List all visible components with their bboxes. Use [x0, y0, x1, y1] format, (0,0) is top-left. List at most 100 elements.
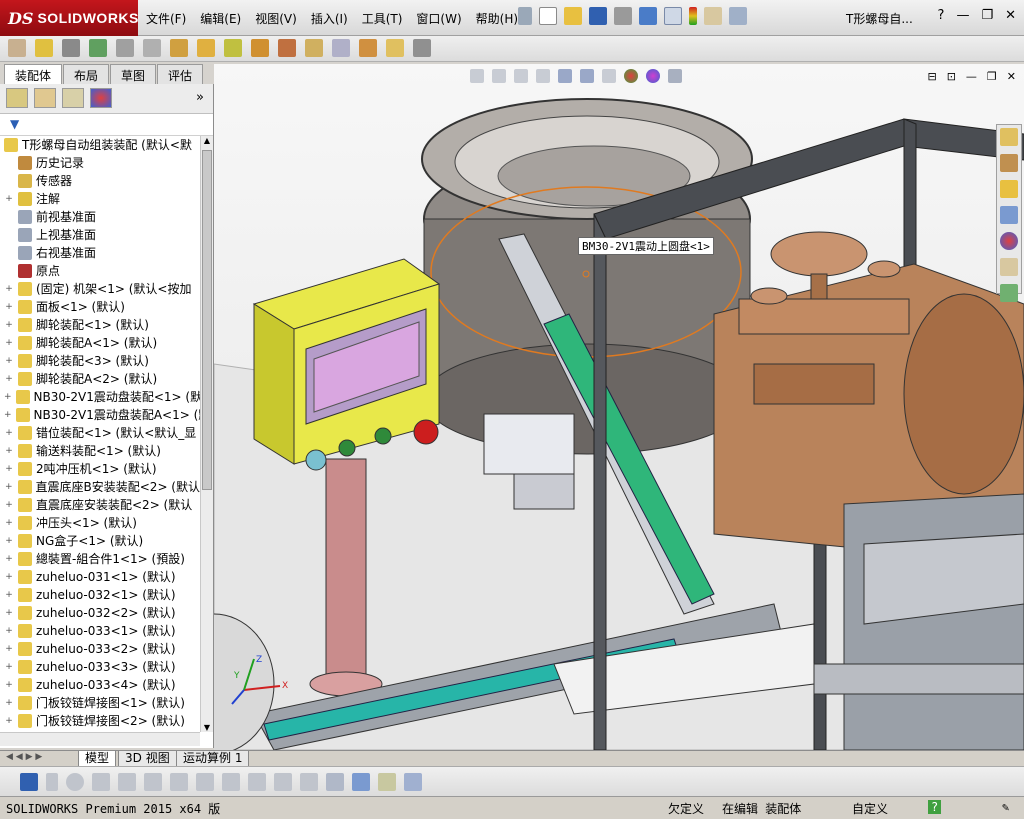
tree-item[interactable]: + 總裝置-組合件1<1> (預設) [0, 550, 200, 568]
assembly-features-icon[interactable] [197, 39, 215, 57]
expand-toggle-icon[interactable]: + [4, 352, 14, 370]
expand-toggle-icon[interactable]: + [4, 370, 14, 388]
expand-toggle-icon[interactable]: + [4, 406, 12, 424]
custom-properties-icon[interactable] [1000, 258, 1018, 276]
tree-item[interactable]: + zuheluo-031<1> (默认) [0, 568, 200, 586]
tree-item[interactable]: + zuheluo-033<1> (默认) [0, 622, 200, 640]
expand-toggle-icon[interactable]: + [4, 694, 14, 712]
expand-toggle-icon[interactable]: + [4, 478, 14, 496]
rebuild-traffic-light-icon[interactable] [689, 7, 697, 25]
close-icon[interactable]: ✕ [1005, 8, 1016, 23]
offset-icon[interactable] [222, 773, 240, 791]
solidworks-resources-icon[interactable] [1000, 128, 1018, 146]
expand-toggle-icon[interactable]: + [4, 676, 14, 694]
instant3d-icon[interactable] [359, 39, 377, 57]
tree-item[interactable]: 传感器 [0, 172, 200, 190]
expand-toggle-icon[interactable]: + [4, 316, 14, 334]
expand-toggle-icon[interactable]: + [4, 388, 12, 406]
tree-item[interactable]: + 冲压头<1> (默认) [0, 514, 200, 532]
tree-item[interactable]: + NG盒子<1> (默认) [0, 532, 200, 550]
tree-item[interactable]: + 输送料装配<1> (默认) [0, 442, 200, 460]
tree-item[interactable]: 前视基准面 [0, 208, 200, 226]
status-pen-icon[interactable]: ✎ [1002, 800, 1009, 814]
feature-manager-tab-icon[interactable] [6, 88, 28, 108]
tree-item[interactable]: 历史记录 [0, 154, 200, 172]
expand-toggle-icon[interactable]: + [4, 424, 14, 442]
tree-item[interactable]: + zuheluo-033<3> (默认) [0, 658, 200, 676]
expand-toggle-icon[interactable]: + [4, 658, 14, 676]
expand-toggle-icon[interactable]: + [4, 568, 14, 586]
expand-toggle-icon[interactable]: + [4, 298, 14, 316]
section-icon[interactable] [413, 39, 431, 57]
tree-item[interactable]: + zuheluo-032<1> (默认) [0, 586, 200, 604]
save-icon[interactable] [589, 7, 607, 25]
tree-horizontal-scrollbar[interactable] [0, 732, 200, 746]
tree-item[interactable]: + 脚轮装配A<1> (默认) [0, 334, 200, 352]
scroll-up-icon[interactable]: ▲ [201, 136, 213, 145]
expand-toggle-icon[interactable]: + [4, 514, 14, 532]
explode-line-sketch-icon[interactable] [332, 39, 350, 57]
expand-toggle-icon[interactable]: + [4, 280, 14, 298]
polygon-icon[interactable] [118, 773, 136, 791]
tree-item[interactable]: + 错位装配<1> (默认<默认_显 [0, 424, 200, 442]
tab-sketch[interactable]: 草图 [110, 64, 157, 86]
view-palette-icon[interactable] [1000, 206, 1018, 224]
grid-icon[interactable] [300, 773, 318, 791]
expand-toggle-icon[interactable]: + [4, 442, 14, 460]
file-explorer-icon[interactable] [1000, 180, 1018, 198]
solidworks-logo[interactable]: DS SOLIDWORKS [0, 0, 138, 36]
tree-item[interactable]: + 直震底座安装装配<2> (默认 [0, 496, 200, 514]
section-view-icon[interactable] [536, 69, 550, 83]
scroll-thumb[interactable] [202, 150, 212, 490]
viewport-restore-icon[interactable]: ❐ [987, 70, 997, 83]
hide-show-items-icon[interactable] [602, 69, 616, 83]
viewport-tile-2-icon[interactable]: ⊡ [947, 70, 956, 83]
menu-insert[interactable]: 插入(I) [311, 10, 348, 27]
expand-toggle-icon[interactable]: + [4, 190, 14, 208]
menu-window[interactable]: 窗口(W) [416, 10, 461, 27]
forum-icon[interactable] [1000, 284, 1018, 302]
move-component-icon[interactable] [143, 39, 161, 57]
toggle-icon[interactable] [378, 773, 396, 791]
view-orientation-icon[interactable] [558, 69, 572, 83]
tree-item[interactable]: 右视基准面 [0, 244, 200, 262]
tree-item[interactable]: + 脚轮装配<3> (默认) [0, 352, 200, 370]
save-icon[interactable] [20, 773, 38, 791]
apply-scene-icon[interactable] [646, 69, 660, 83]
reference-geometry-icon[interactable] [224, 39, 242, 57]
select-arrow-icon[interactable] [664, 7, 682, 25]
expand-toggle-icon[interactable]: + [4, 640, 14, 658]
undo-icon[interactable] [639, 7, 657, 25]
tab-model[interactable]: 模型 [78, 751, 117, 767]
cube-view-icon[interactable] [326, 773, 344, 791]
previous-view-icon[interactable] [514, 69, 528, 83]
tree-item[interactable]: + (固定) 机架<1> (默认<按加 [0, 280, 200, 298]
tab-motion-study[interactable]: 运动算例 1 [176, 751, 250, 767]
open-folder-icon[interactable] [564, 7, 582, 25]
help-icon[interactable]: ? [938, 8, 945, 23]
expand-toggle-icon[interactable]: + [4, 712, 14, 730]
bill-of-materials-icon[interactable] [278, 39, 296, 57]
options-icon[interactable] [729, 7, 747, 25]
menu-edit[interactable]: 编辑(E) [200, 10, 241, 27]
expand-toggle-icon[interactable]: + [4, 334, 14, 352]
viewport-close-icon[interactable]: ✕ [1007, 70, 1016, 83]
smart-dimension-icon[interactable] [274, 773, 292, 791]
expand-toggle-icon[interactable]: + [4, 604, 14, 622]
mirror-icon[interactable] [196, 773, 214, 791]
minimize-icon[interactable]: — [956, 8, 969, 23]
tree-item[interactable]: + 面板<1> (默认) [0, 298, 200, 316]
zoom-to-fit-icon[interactable] [470, 69, 484, 83]
property-manager-tab-icon[interactable] [34, 88, 56, 108]
tree-item[interactable]: + NB30-2V1震动盘装配<1> (默认 [0, 388, 200, 406]
circle-icon[interactable] [66, 773, 84, 791]
insert-component-icon[interactable] [8, 39, 26, 57]
display-style-icon[interactable] [580, 69, 594, 83]
new-document-icon[interactable] [539, 7, 557, 25]
menu-file[interactable]: 文件(F) [146, 10, 186, 27]
tree-root[interactable]: T形螺母自动组装装配 (默认<默 [0, 136, 200, 154]
large-assembly-icon[interactable] [386, 39, 404, 57]
configuration-manager-tab-icon[interactable] [62, 88, 84, 108]
new-motion-study-icon[interactable] [251, 39, 269, 57]
expand-toggle-icon[interactable]: + [4, 532, 14, 550]
